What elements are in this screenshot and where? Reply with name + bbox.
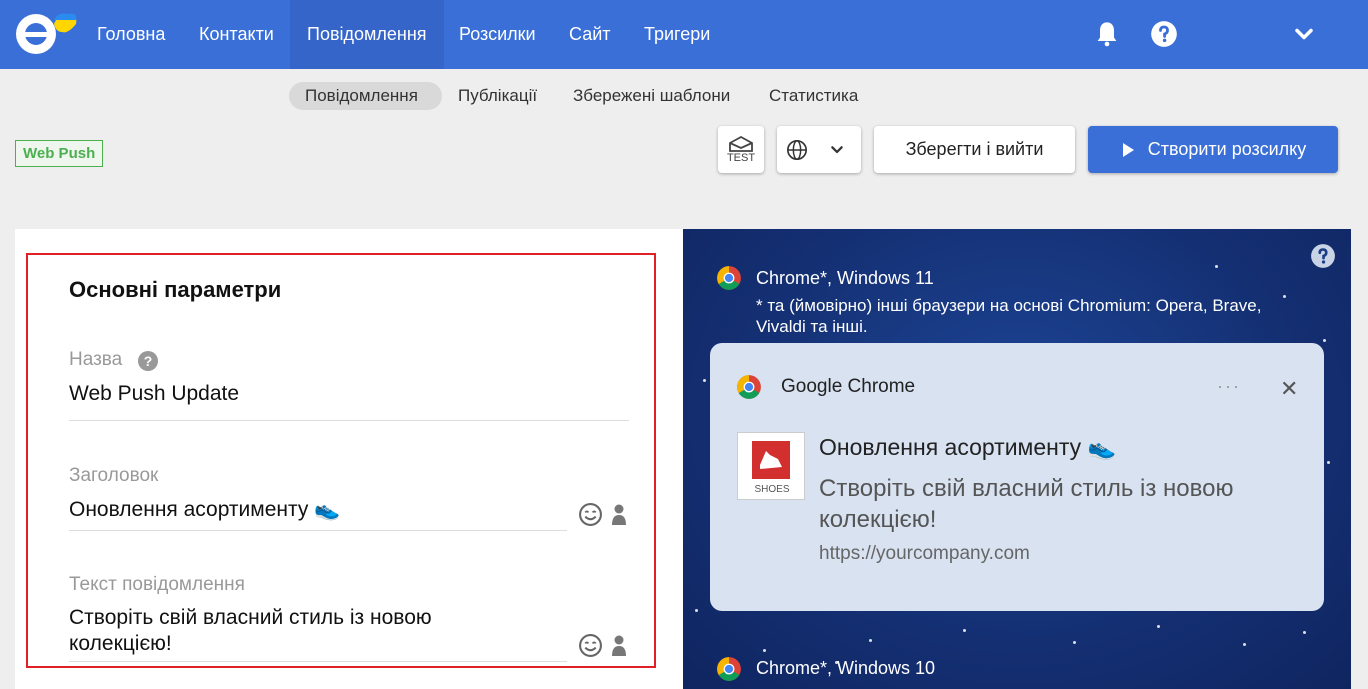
globe-icon (787, 139, 807, 160)
nav-campaigns[interactable]: Розсилки (442, 0, 553, 69)
text-line-2: колекцією! (69, 632, 172, 655)
nav-contacts[interactable]: Контакти (182, 0, 291, 69)
name-underline (69, 420, 629, 421)
subtab-publications[interactable]: Публікації (442, 82, 553, 110)
text-underline (69, 661, 567, 662)
top-navbar: Головна Контакти Повідомлення Розсилки С… (0, 0, 1368, 69)
bell-icon[interactable] (1093, 20, 1121, 48)
browser-label-win11: Chrome*, Windows 11 (756, 268, 934, 288)
title-input[interactable]: Оновлення асортименту 👟 (69, 497, 340, 523)
nav-home[interactable]: Головна (80, 0, 182, 69)
section-title: Основні параметри (69, 277, 282, 302)
notification-title: Оновлення асортименту 👟 (819, 434, 1117, 460)
nav-site[interactable]: Сайт (552, 0, 628, 69)
browser-note-line-2: Vivaldi та інші. (756, 317, 868, 336)
title-label: Заголовок (69, 465, 159, 486)
question-icon[interactable]: ? (138, 351, 158, 371)
play-icon (1122, 142, 1134, 157)
notification-image: SHOES (737, 432, 805, 500)
emoji-icon[interactable] (578, 633, 603, 658)
nav-messages[interactable]: Повідомлення (290, 0, 444, 69)
create-campaign-button[interactable]: Створити розсилку (1088, 126, 1338, 173)
notification-app-name: Google Chrome (781, 376, 916, 397)
browser-note: * та (ймовірно) інші браузери на основі … (756, 295, 1261, 337)
person-icon[interactable] (611, 504, 627, 526)
web-push-badge: Web Push (15, 140, 104, 167)
create-campaign-label: Створити розсилку (1147, 139, 1307, 159)
more-icon[interactable]: ··· (1217, 376, 1241, 397)
text-line-1: Створіть свій власний стиль із новою (69, 606, 432, 629)
browser-label-win10: Chrome*, Windows 10 (756, 658, 936, 678)
save-and-exit-button[interactable]: Зберегти і вийти (874, 126, 1075, 173)
notification-body: Створіть свій власний стиль із новою кол… (819, 475, 1234, 533)
preview-help-icon[interactable] (1310, 243, 1336, 274)
name-label: Назва (69, 349, 123, 370)
title-underline (69, 530, 567, 531)
subtab-saved-templates[interactable]: Збережені шаблони (557, 82, 746, 110)
test-send-button[interactable]: TEST (718, 126, 764, 173)
chevron-down-icon (831, 145, 843, 153)
notification-url: https://yourcompany.com (819, 543, 1030, 564)
language-select[interactable] (777, 126, 861, 173)
close-icon[interactable]: ✕ (1280, 376, 1298, 402)
test-label: TEST (726, 152, 756, 164)
person-icon[interactable] (611, 635, 627, 657)
chrome-icon (717, 266, 741, 290)
name-input[interactable]: Web Push Update (69, 381, 239, 407)
browser-note-line-1: * та (ймовірно) інші браузери на основі … (756, 296, 1262, 315)
text-input[interactable]: Створіть свій власний стиль із новою кол… (69, 605, 432, 657)
chevron-down-icon[interactable] (1290, 20, 1318, 48)
envelope-icon (729, 135, 753, 152)
logo[interactable] (12, 10, 78, 58)
shoe-icon (760, 451, 782, 469)
subtab-messages[interactable]: Повідомлення (289, 82, 442, 110)
image-caption: SHOES (754, 484, 790, 495)
help-icon[interactable] (1150, 20, 1178, 48)
subtab-statistics[interactable]: Статистика (753, 82, 874, 110)
emoji-icon[interactable] (578, 502, 603, 527)
nav-triggers[interactable]: Тригери (627, 0, 727, 69)
text-label: Текст повідомлення (69, 574, 245, 595)
chrome-icon (717, 657, 741, 681)
chrome-icon (737, 375, 761, 399)
